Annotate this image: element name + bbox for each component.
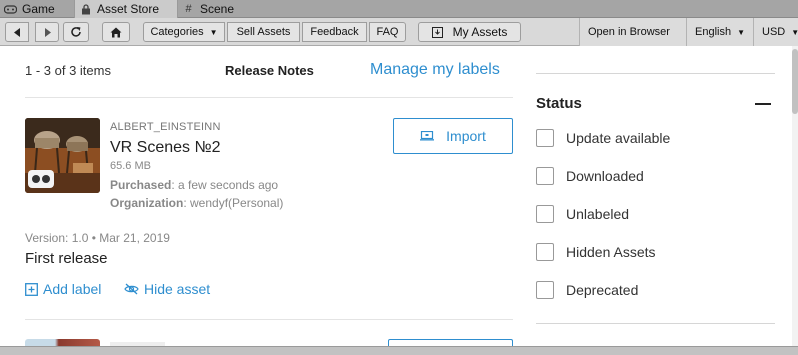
checkbox[interactable] [536,281,554,299]
checkbox[interactable] [536,205,554,223]
import-button-next[interactable] [388,339,513,346]
import-icon [420,131,435,141]
home-icon [110,27,122,37]
tab-asset-store[interactable]: Asset Store [74,0,178,18]
categories-dropdown[interactable]: Categories ▼ [143,22,225,42]
asset-size: 65.6 MB [110,160,151,172]
filter-label: Unlabeled [566,206,630,222]
asset-thumbnail[interactable] [25,118,100,193]
scrollbar-thumb[interactable] [792,49,798,114]
filter-label: Hidden Assets [566,244,656,260]
language-dropdown[interactable]: English ▼ [686,18,753,46]
reload-icon [71,27,81,37]
checkbox[interactable] [536,243,554,261]
purchased-value: : a few seconds ago [171,178,279,192]
filter-update-available[interactable]: Update available [536,128,670,148]
open-in-browser-button[interactable]: Open in Browser [579,18,686,46]
back-button[interactable] [5,22,29,42]
filter-sidebar: Status Update available Downloaded Unlab… [530,46,798,346]
divider [25,319,513,320]
filter-label: Deprecated [566,282,639,298]
asset-list: 1 - 3 of 3 items Release Notes Manage my… [0,46,530,346]
my-assets-button[interactable]: My Assets [418,22,521,42]
open-in-browser-label: Open in Browser [588,26,670,38]
filter-label: Update available [566,130,671,146]
tab-scene-label: Scene [200,2,235,16]
release-notes-text: First release [25,250,108,267]
hide-asset-link[interactable]: Hide asset [124,281,210,297]
asset-version: Version: 1.0 • Mar 21, 2019 [25,231,170,245]
organization-label: Organization [110,196,184,210]
chevron-down-icon: ▼ [209,27,218,37]
import-button[interactable]: Import [393,118,513,154]
tab-asset-store-label: Asset Store [97,2,160,16]
tab-scene[interactable]: # Scene [178,0,258,18]
hide-asset-text: Hide asset [144,281,211,297]
filter-downloaded[interactable]: Downloaded [536,166,644,186]
items-summary: 1 - 3 of 3 items [25,63,111,78]
language-label: English [695,26,732,38]
sell-assets-label: Sell Assets [236,26,291,38]
add-label-text: Add label [43,281,102,297]
add-label-link[interactable]: Add label [25,281,101,297]
filter-label: Downloaded [566,168,644,184]
asset-store-content: 1 - 3 of 3 items Release Notes Manage my… [0,46,798,346]
purchased-info: Purchased: a few seconds ago [110,178,278,192]
chevron-down-icon: ▼ [737,27,745,37]
tab-game[interactable]: Game [0,0,74,18]
status-filter-title: Status [536,95,582,112]
download-box-icon [431,26,443,38]
release-notes-header: Release Notes [225,63,314,78]
grid-icon: # [185,3,192,15]
faq-label: FAQ [376,26,399,38]
import-label: Import [446,128,486,144]
checkbox[interactable] [536,167,554,185]
checkbox[interactable] [536,129,554,147]
back-arrow-icon [13,27,20,37]
currency-dropdown[interactable]: USD ▼ [753,18,798,46]
gamepad-icon [4,3,17,15]
organization-value: : wendyf(Personal) [183,196,284,210]
editor-tab-strip: Game Asset Store # Scene [0,0,798,18]
lock-icon [79,3,92,15]
divider [536,73,775,74]
currency-label: USD [762,26,786,38]
feedback-button[interactable]: Feedback [302,22,367,42]
asset-thumbnail-next[interactable] [25,339,100,346]
organization-info: Organization: wendyf(Personal) [110,196,283,210]
asset-publisher[interactable]: ALBERT_EINSTEINN [110,121,221,133]
manage-labels-link[interactable]: Manage my labels [370,61,500,79]
filter-deprecated[interactable]: Deprecated [536,280,638,300]
divider [536,323,775,324]
feedback-label: Feedback [310,26,359,38]
categories-label: Categories [150,26,204,38]
faq-button[interactable]: FAQ [369,22,406,42]
tab-game-label: Game [22,2,55,16]
store-toolbar: Categories ▼ Sell Assets Feedback FAQ My… [0,18,798,46]
eye-slash-icon [124,283,139,295]
filter-hidden-assets[interactable]: Hidden Assets [536,242,656,262]
asset-name[interactable]: VR Scenes №2 [110,139,221,157]
forward-arrow-icon [44,27,51,37]
collapse-minus-icon[interactable] [755,103,771,105]
reload-button[interactable] [63,22,89,42]
forward-button[interactable] [35,22,59,42]
my-assets-label: My Assets [452,25,508,39]
home-button[interactable] [102,22,130,42]
filter-unlabeled[interactable]: Unlabeled [536,204,629,224]
purchased-label: Purchased [110,178,172,192]
editor-status-strip [0,346,798,355]
chevron-down-icon: ▼ [791,27,798,37]
sell-assets-button[interactable]: Sell Assets [227,22,300,42]
plus-square-icon [25,282,38,296]
divider [25,97,513,98]
